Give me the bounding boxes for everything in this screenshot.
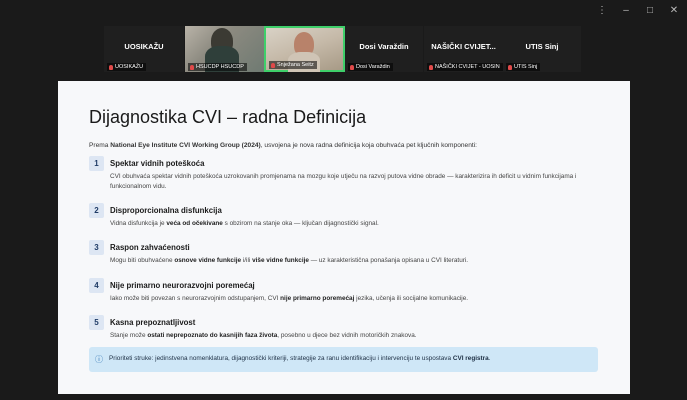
mic-muted-icon bbox=[350, 64, 354, 70]
item-text: Stanje može ostati neprepoznato do kasni… bbox=[110, 332, 417, 339]
participant-nametag: Snježana Seitz bbox=[269, 61, 317, 69]
participant-tile[interactable]: UOSIKAŽU UOSIKAŽU bbox=[104, 26, 184, 72]
item-number-badge: 1 bbox=[89, 156, 104, 171]
participant-name: UTIS Sinj bbox=[525, 42, 559, 51]
participant-video-tile-active[interactable]: Snježana Seitz bbox=[264, 26, 345, 72]
item-text: Iako može biti povezan s neurorazvojnim … bbox=[110, 295, 469, 302]
maximize-icon[interactable]: □ bbox=[645, 6, 655, 16]
slide-title: Dijagnostika CVI – radna Definicija bbox=[89, 107, 367, 127]
mic-muted-icon bbox=[508, 64, 512, 70]
mic-muted-icon bbox=[429, 64, 433, 70]
participant-name: Dosi Varaždin bbox=[359, 42, 409, 51]
window-controls: ⋮ – □ ✕ bbox=[597, 6, 679, 16]
info-icon: ⓘ bbox=[95, 355, 103, 364]
participant-name: UOSIKAŽU bbox=[124, 42, 164, 51]
item-title: Raspon zahvaćenosti bbox=[110, 243, 190, 252]
item-title: Spektar vidnih poteškoća bbox=[110, 159, 205, 168]
more-icon[interactable]: ⋮ bbox=[597, 6, 607, 16]
item-number-badge: 4 bbox=[89, 278, 104, 293]
item-number-badge: 2 bbox=[89, 203, 104, 218]
mic-muted-icon bbox=[190, 64, 194, 70]
participant-video-tile[interactable]: HSUCDP HSUCDP bbox=[185, 26, 264, 72]
item-text: Mogu biti obuhvaćene osnove vidne funkci… bbox=[110, 257, 469, 264]
intro-source: National Eye Institute CVI Working Group… bbox=[110, 142, 261, 149]
close-icon[interactable]: ✕ bbox=[669, 6, 679, 16]
participant-nametag: NAŠIČKI CVIJET - UOSIN bbox=[427, 63, 503, 71]
participant-tile[interactable]: NAŠIČKI CVIJET... NAŠIČKI CVIJET - UOSIN bbox=[424, 26, 503, 72]
slide-intro: Prema National Eye Institute CVI Working… bbox=[89, 142, 478, 149]
item-title: Kasna prepoznatljivost bbox=[110, 318, 196, 327]
participant-nametag: Dosi Varaždin bbox=[348, 63, 393, 71]
item-number-badge: 5 bbox=[89, 315, 104, 330]
participant-tile[interactable]: UTIS Sinj UTIS Sinj bbox=[503, 26, 581, 72]
item-title: Nije primarno neurorazvojni poremećaj bbox=[110, 281, 255, 290]
item-number-badge: 3 bbox=[89, 240, 104, 255]
shared-slide: Dijagnostika CVI – radna Definicija Prem… bbox=[58, 81, 630, 394]
participant-tile[interactable]: Dosi Varaždin Dosi Varaždin bbox=[345, 26, 423, 72]
priorities-callout: ⓘ Prioriteti struke: jedinstvena nomenkl… bbox=[89, 347, 598, 372]
participant-name: NAŠIČKI CVIJET... bbox=[431, 42, 496, 51]
item-title: Disproporcionalna disfunkcija bbox=[110, 206, 222, 215]
item-text: Vidna disfunkcija je veća od očekivane s… bbox=[110, 220, 379, 227]
item-text: CVI obuhvaća spektar vidnih poteškoća uz… bbox=[110, 173, 577, 190]
participant-nametag: UTIS Sinj bbox=[506, 63, 541, 71]
mic-muted-icon bbox=[271, 62, 275, 68]
mic-muted-icon bbox=[109, 64, 113, 70]
participant-strip: UOSIKAŽU UOSIKAŽU HSUCDP HSUCDP Snježana… bbox=[0, 26, 687, 74]
participant-nametag: HSUCDP HSUCDP bbox=[188, 63, 247, 71]
callout-text: Prioriteti struke: jedinstvena nomenklat… bbox=[109, 355, 491, 362]
minimize-icon[interactable]: – bbox=[621, 6, 631, 16]
participant-nametag: UOSIKAŽU bbox=[107, 63, 147, 71]
